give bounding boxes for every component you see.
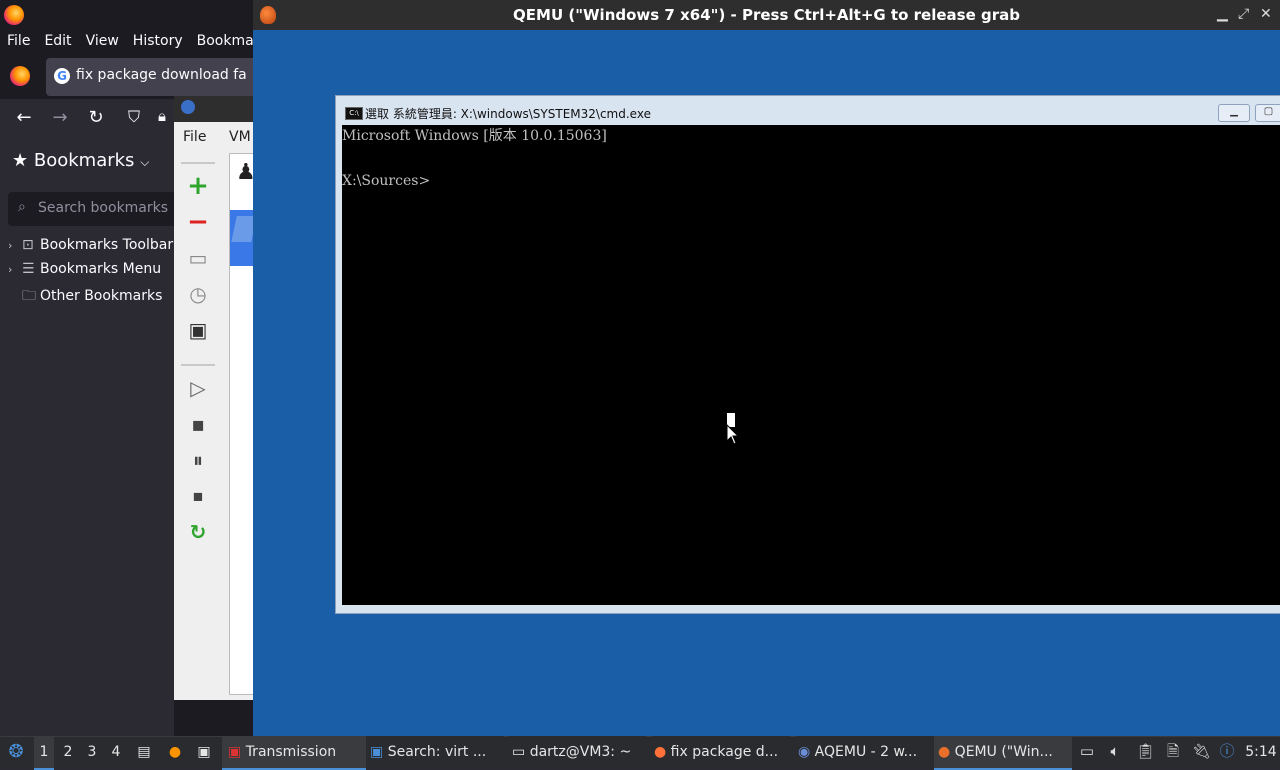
firefox-launcher-icon[interactable]: ● [164, 736, 186, 768]
shield-icon[interactable]: ⛉ [122, 107, 146, 127]
volume-icon[interactable]: 🔈︎ [1106, 742, 1124, 760]
desktop-3[interactable]: 3 [82, 736, 102, 768]
cmd-window-title: 選取 系統管理員: X:\windows\SYSTEM32\cmd.exe [365, 107, 651, 121]
bookmark-folder-toolbar[interactable]: › ⊡ Bookmarks Toolbar [8, 237, 173, 261]
firefox-menubar: File Edit View History Bookmark [0, 30, 268, 52]
cmd-console[interactable] [342, 125, 1280, 605]
virt-manager-menubar: File VM [174, 124, 260, 150]
cmd-maximize-icon[interactable]: ▢ [1255, 104, 1280, 122]
firefox-titlebar [0, 0, 260, 30]
star-icon: ★ [12, 150, 29, 171]
bookmarks-sidebar [0, 139, 174, 736]
bookmark-folder-label: Bookmarks Toolbar [40, 237, 174, 253]
qemu-icon: ● [938, 744, 951, 760]
toolbar-separator [181, 162, 215, 164]
play-icon[interactable]: ▷ [186, 376, 210, 400]
menu-icon: ☰ [22, 261, 35, 277]
task-qemu[interactable]: ● QEMU ("Win... [934, 736, 1072, 770]
file-manager-icon[interactable]: ▤ [134, 736, 154, 768]
task-label: fix package d... [670, 744, 779, 760]
file-icon[interactable]: 🗎︎ [1164, 742, 1182, 760]
firefox-icon: ● [654, 744, 667, 760]
clipboard-icon[interactable]: 📋︎ [1136, 742, 1155, 760]
menu-history[interactable]: History [126, 30, 190, 52]
pause-icon[interactable]: ⏸︎ [186, 448, 210, 472]
bookmark-folder-label: Bookmarks Menu [40, 261, 162, 277]
menu-file[interactable]: File [0, 30, 37, 52]
desktop-4[interactable]: 4 [106, 736, 126, 768]
task-search[interactable]: ▣ Search: virt ... [366, 736, 504, 768]
console-line: Microsoft Windows [版本 10.0.15063] [342, 128, 607, 144]
vm-menu-vm[interactable]: VM [229, 129, 251, 145]
terminal-icon[interactable]: ▣ [186, 318, 210, 342]
vm-menu-file[interactable]: File [183, 129, 206, 145]
cmd-icon: C:\ [345, 107, 363, 120]
start-menu-icon[interactable]: ❂ [4, 736, 28, 768]
tab-fix-package[interactable]: G fix package download fa [46, 58, 266, 96]
reload-icon[interactable]: ↻ [84, 107, 108, 128]
desktop-1[interactable]: 1 [34, 736, 54, 770]
close-icon[interactable]: ✕ [1260, 6, 1272, 22]
clock[interactable]: 5:14 [1244, 736, 1278, 768]
menu-view[interactable]: View [79, 30, 126, 52]
bookmark-folder-label: Other Bookmarks [40, 288, 163, 304]
toolbar-separator [181, 364, 215, 366]
search-placeholder: Search bookmarks [38, 200, 169, 216]
task-firefox[interactable]: ● fix package d... [652, 736, 790, 768]
chevron-right-icon[interactable]: › [8, 263, 22, 276]
desktop-2[interactable]: 2 [58, 736, 78, 768]
terminal-launcher-icon[interactable]: ▣ [194, 736, 214, 768]
bookmark-folder-other[interactable]: 🗀︎ Other Bookmarks [8, 285, 162, 309]
chevron-right-icon[interactable]: › [8, 239, 22, 252]
transmission-icon: ▣ [228, 744, 242, 760]
lock-icon[interactable]: 🔒︎ [150, 107, 174, 125]
search-icon: ⌕ [18, 199, 26, 215]
star-folder-icon: ⊡ [22, 237, 34, 253]
network-icon[interactable]: 🔌︎ [1192, 742, 1211, 760]
info-icon[interactable]: ⓘ [1218, 742, 1236, 760]
notes-icon[interactable]: ▭ [1078, 742, 1096, 760]
cmd-minimize-icon[interactable]: ▁ [1218, 104, 1250, 122]
bookmarks-header-label: Bookmarks [33, 150, 135, 171]
task-label: Transmission [245, 744, 337, 760]
refresh-icon[interactable]: ↻ [186, 520, 210, 544]
task-transmission[interactable]: ▣ Transmission [222, 736, 366, 770]
bookmark-folder-menu[interactable]: › ☰ Bookmarks Menu [8, 261, 161, 285]
remove-icon[interactable]: − [186, 209, 210, 235]
maximize-icon[interactable]: ⤢ [1238, 6, 1249, 22]
chevron-down-icon: ⌵ [140, 155, 150, 169]
stop-icon[interactable]: ⏹︎ [186, 484, 210, 508]
mouse-pointer-icon [726, 424, 738, 445]
folder-icon: 🗀︎ [22, 288, 36, 304]
search-window-icon: ▣ [370, 744, 384, 760]
disk-icon[interactable]: ▭ [186, 246, 210, 270]
terminal-icon: ▭ [512, 744, 526, 760]
bookmarks-header[interactable]: ★ Bookmarks ⌵ [12, 150, 149, 171]
firefox-logo-icon [4, 5, 24, 25]
task-label: AQEMU - 2 w... [814, 744, 918, 760]
google-favicon-icon: G [54, 68, 70, 84]
clock-icon[interactable]: ◷ [186, 282, 210, 306]
tab-title: fix package download fa [76, 67, 247, 83]
task-aqemu[interactable]: ◉ AQEMU - 2 w... [796, 736, 934, 768]
qemu-window-title: QEMU ("Windows 7 x64") - Press Ctrl+Alt+… [513, 6, 1020, 24]
console-prompt: X:\Sources> [342, 173, 431, 189]
task-label: Search: virt ... [387, 744, 487, 760]
task-label: QEMU ("Win... [954, 744, 1053, 760]
menu-edit[interactable]: Edit [37, 30, 78, 52]
aqemu-icon: ◉ [798, 744, 811, 760]
forward-arrow-icon[interactable]: → [48, 107, 72, 128]
firefox-view-icon[interactable] [10, 66, 30, 86]
back-arrow-icon[interactable]: ← [12, 107, 36, 128]
virt-manager-logo-icon [181, 100, 195, 114]
task-label: dartz@VM3: ~ [529, 744, 632, 760]
save-icon[interactable]: ▪ [186, 412, 210, 436]
task-terminal[interactable]: ▭ dartz@VM3: ~ [508, 736, 646, 768]
minimize-icon[interactable]: ▁ [1217, 6, 1228, 22]
add-icon[interactable]: + [186, 173, 210, 199]
